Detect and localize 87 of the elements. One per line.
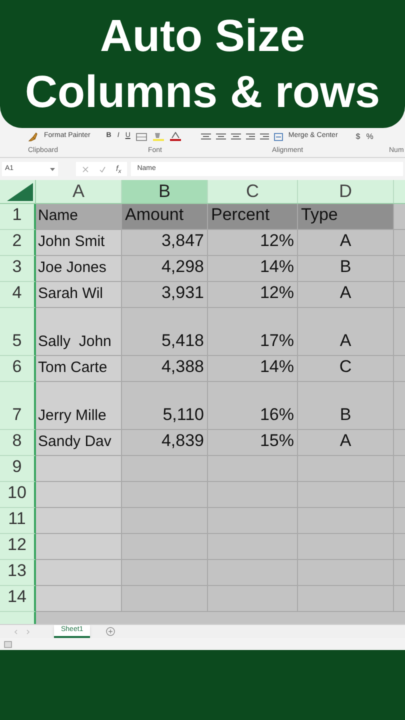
- table-cell: [394, 282, 405, 308]
- table-cell: 3,847: [122, 230, 208, 256]
- table-cell: A: [298, 282, 394, 308]
- table-cell: C: [298, 356, 394, 382]
- table-cell: 5,418: [122, 308, 208, 356]
- table-cell: John Smit: [36, 230, 122, 256]
- table-cell: [394, 482, 405, 508]
- table-cell: 14%: [208, 356, 298, 382]
- table-cell: Name: [36, 204, 122, 230]
- function-button[interactable]: f$_{x}$: [116, 163, 122, 175]
- select-all-icon[interactable]: [7, 183, 33, 201]
- table-cell: [394, 382, 405, 430]
- table-cell: [394, 508, 405, 534]
- banner-title: Columns & rows: [24, 65, 380, 119]
- row-header[interactable]: 14: [0, 586, 36, 612]
- dropdown-icon[interactable]: [50, 168, 55, 170]
- table-cell: Sally John: [36, 308, 122, 356]
- indent-icon[interactable]: [260, 133, 270, 140]
- row-header[interactable]: 4: [0, 282, 36, 308]
- number-format-button[interactable]: %: [366, 130, 374, 142]
- table-cell: [394, 560, 405, 586]
- row-header[interactable]: 1: [0, 204, 36, 230]
- table-cell: B: [298, 256, 394, 282]
- row-header[interactable]: 9: [0, 456, 36, 482]
- row-header[interactable]: 7: [0, 382, 36, 430]
- table-cell: A: [298, 430, 394, 456]
- banner-title: Auto Size: [100, 9, 305, 63]
- column-header[interactable]: D: [298, 180, 394, 203]
- table-cell: Jerry Mille: [36, 382, 122, 430]
- row-header[interactable]: 11: [0, 508, 36, 534]
- column-header[interactable]: B: [122, 180, 208, 203]
- table-cell: 4,839: [122, 430, 208, 456]
- borders-icon[interactable]: [136, 132, 148, 140]
- table-cell: [394, 308, 405, 356]
- row-header[interactable]: 10: [0, 482, 36, 508]
- row-header[interactable]: [0, 612, 36, 624]
- table-cell: Sarah Wil: [36, 282, 122, 308]
- table-cell: Percent: [208, 204, 298, 230]
- row-header[interactable]: 2: [0, 230, 36, 256]
- table-cell: 17%: [208, 308, 298, 356]
- table-cell: 12%: [208, 282, 298, 308]
- table-cell: [394, 356, 405, 382]
- table-cell: 16%: [208, 382, 298, 430]
- add-sheet-icon[interactable]: [106, 627, 116, 636]
- align-icon[interactable]: [231, 133, 242, 140]
- row-header[interactable]: 6: [0, 356, 36, 382]
- table-cell: 15%: [208, 430, 298, 456]
- table-cell: Sandy Dav: [36, 430, 122, 456]
- merge-icon[interactable]: [274, 132, 284, 140]
- table-cell: [394, 204, 405, 230]
- macro-record-icon[interactable]: [4, 640, 12, 648]
- table-cell: 4,388: [122, 356, 208, 382]
- table-cell: [394, 534, 405, 560]
- table-cell: [394, 230, 405, 256]
- chevron-left-icon[interactable]: [14, 628, 18, 634]
- table-cell: Type: [298, 204, 394, 230]
- indent-icon[interactable]: [246, 133, 256, 140]
- table-cell: 3,931: [122, 282, 208, 308]
- number-format-button[interactable]: $: [356, 130, 360, 142]
- font-color-icon[interactable]: [170, 132, 182, 141]
- row-header[interactable]: 5: [0, 308, 36, 356]
- table-cell: [394, 586, 405, 612]
- row-header[interactable]: 12: [0, 534, 36, 560]
- fill-color-icon[interactable]: [153, 132, 164, 141]
- paintbrush-icon[interactable]: [28, 132, 38, 142]
- chevron-right-icon[interactable]: [26, 628, 30, 634]
- close-icon[interactable]: [82, 166, 89, 172]
- row-header[interactable]: 13: [0, 560, 36, 586]
- table-cell: [394, 430, 405, 456]
- table-cell: 14%: [208, 256, 298, 282]
- align-icon[interactable]: [216, 133, 226, 140]
- table-cell: 5,110: [122, 382, 208, 430]
- table-cell: 4,298: [122, 256, 208, 282]
- column-header[interactable]: C: [208, 180, 298, 203]
- table-cell: 12%: [208, 230, 298, 256]
- table-cell: B: [298, 382, 394, 430]
- table-cell: A: [298, 230, 394, 256]
- checkmark-icon[interactable]: [99, 166, 106, 172]
- table-cell: A: [298, 308, 394, 356]
- row-header[interactable]: 3: [0, 256, 36, 282]
- row-header[interactable]: 8: [0, 430, 36, 456]
- align-icon[interactable]: [201, 133, 212, 140]
- table-cell: Joe Jones: [36, 256, 122, 282]
- table-cell: Tom Carte: [36, 356, 122, 382]
- table-cell: [394, 456, 405, 482]
- table-cell: [394, 256, 405, 282]
- table-cell: Amount: [122, 204, 208, 230]
